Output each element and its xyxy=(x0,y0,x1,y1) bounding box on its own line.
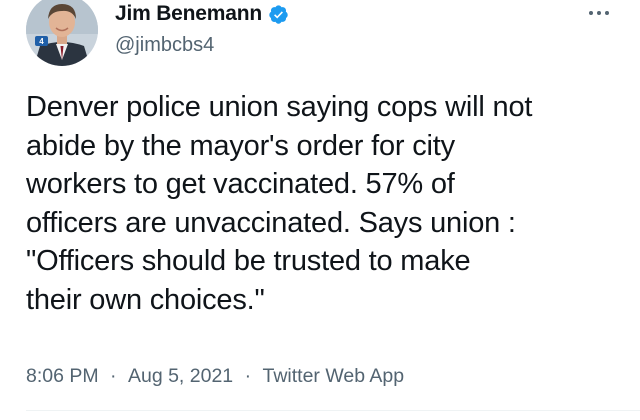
author-display-name[interactable]: Jim Benemann xyxy=(115,2,262,26)
meta-separator: · xyxy=(244,365,252,387)
divider xyxy=(26,410,640,411)
tweet-time[interactable]: 8:06 PM xyxy=(26,364,99,388)
avatar-image: 4 xyxy=(26,0,98,66)
more-dot xyxy=(597,11,601,15)
tweet-card: 4 Jim Benemann @jimbcbs4 Denver police u… xyxy=(0,0,640,420)
display-name-row: Jim Benemann xyxy=(115,0,289,28)
more-options-icon[interactable] xyxy=(584,4,614,22)
more-dot xyxy=(589,11,593,15)
avatar[interactable]: 4 xyxy=(26,0,98,66)
author-names: Jim Benemann @jimbcbs4 xyxy=(115,0,289,57)
avatar-badge: 4 xyxy=(39,37,44,46)
tweet-metadata: 8:06 PM · Aug 5, 2021 · Twitter Web App xyxy=(26,364,404,388)
more-dot xyxy=(605,11,609,15)
author-handle[interactable]: @jimbcbs4 xyxy=(115,33,289,57)
meta-separator: · xyxy=(110,365,117,387)
tweet-date[interactable]: Aug 5, 2021 xyxy=(128,364,233,388)
tweet-source[interactable]: Twitter Web App xyxy=(263,364,405,388)
verified-badge-icon xyxy=(268,4,289,25)
tweet-text: Denver police union saying cops will not… xyxy=(26,91,533,316)
tweet-header: 4 Jim Benemann @jimbcbs4 xyxy=(0,0,640,75)
